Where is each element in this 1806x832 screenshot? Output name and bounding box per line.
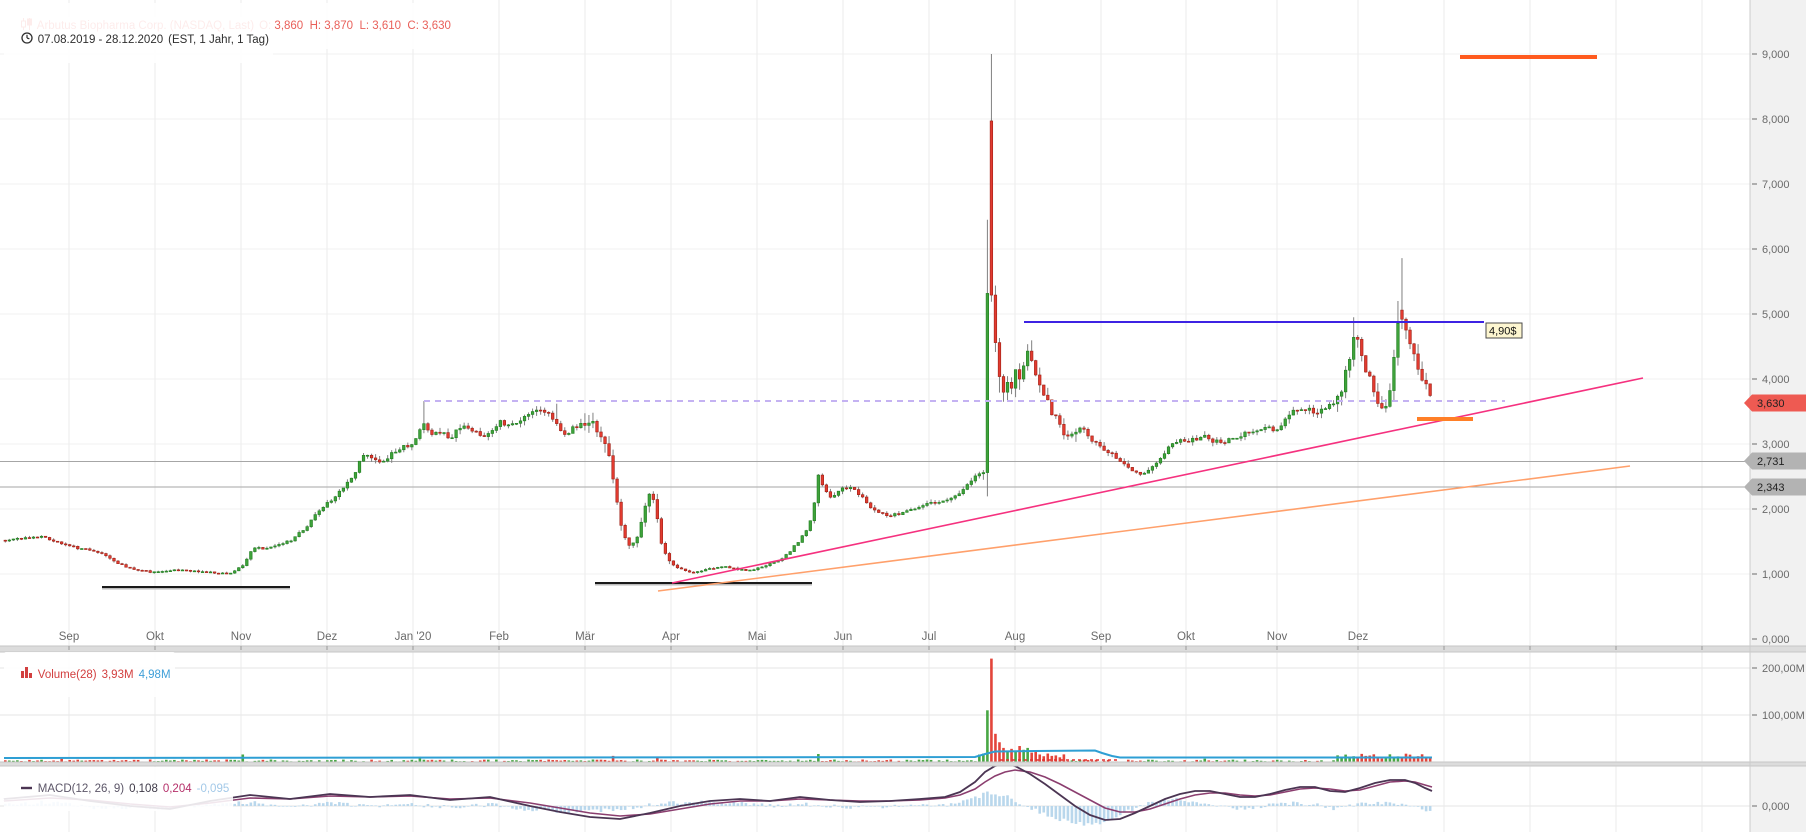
macd-label: MACD(12, 26, 9) bbox=[37, 783, 125, 795]
macd-hist-value: -0,095 bbox=[196, 783, 230, 795]
svg-text:8,000: 8,000 bbox=[1762, 114, 1790, 126]
range-header: 07.08.2019 - 28.12.2020 (EST, 1 Jahr, 1 … bbox=[4, 17, 273, 63]
svg-text:Dez: Dez bbox=[317, 631, 338, 643]
svg-text:9,000: 9,000 bbox=[1762, 49, 1790, 61]
chart-canvas[interactable]: 9,000 8,000 7,000 6,000 5,000 4,000 3,000 2,000… bbox=[0, 0, 1806, 832]
svg-text:Nov: Nov bbox=[1267, 631, 1288, 643]
macd-indicator-label[interactable]: MACD(12, 26, 9) 0,108 0,204 -0,095 bbox=[4, 767, 234, 811]
svg-text:Jul: Jul bbox=[922, 631, 937, 643]
svg-text:100,00M: 100,00M bbox=[1762, 710, 1805, 722]
macd-signal-value: 0,204 bbox=[162, 783, 192, 795]
svg-text:Dez: Dez bbox=[1348, 631, 1369, 643]
svg-text:4,90$: 4,90$ bbox=[1489, 326, 1517, 338]
svg-text:0,000: 0,000 bbox=[1762, 634, 1790, 646]
svg-text:Jun: Jun bbox=[834, 631, 853, 643]
clock-icon bbox=[8, 18, 33, 62]
svg-text:Jan '20: Jan '20 bbox=[395, 631, 432, 643]
volume-indicator-label[interactable]: Volume(28) 3,93M 4,98M bbox=[4, 652, 175, 697]
svg-text:Mai: Mai bbox=[748, 631, 767, 643]
svg-text:6,000: 6,000 bbox=[1762, 244, 1790, 256]
svg-text:3,000: 3,000 bbox=[1762, 439, 1790, 451]
charting-app: { "header": { "instrument": { "title": "… bbox=[0, 0, 1806, 832]
volume-value: 3,93M bbox=[101, 668, 134, 681]
svg-text:3,630: 3,630 bbox=[1757, 398, 1785, 410]
volume-bars-icon bbox=[8, 653, 33, 696]
svg-text:Feb: Feb bbox=[489, 631, 509, 643]
timeframe: (EST, 1 Jahr, 1 Tag) bbox=[168, 34, 269, 46]
price-flag: 4,90$ bbox=[1485, 322, 1523, 339]
svg-text:Sep: Sep bbox=[1091, 631, 1111, 643]
date-range: 07.08.2019 - 28.12.2020 bbox=[37, 34, 164, 46]
svg-text:Mär: Mär bbox=[575, 631, 595, 643]
svg-text:Aug: Aug bbox=[1005, 631, 1025, 643]
instrument-ohlc: O: 3,860 H: 3,870 L: 3,610 C: 3,630 bbox=[259, 20, 451, 32]
svg-text:200,00M: 200,00M bbox=[1762, 663, 1805, 675]
svg-text:2,731: 2,731 bbox=[1757, 456, 1785, 468]
svg-text:0,000: 0,000 bbox=[1762, 801, 1790, 813]
svg-text:Nov: Nov bbox=[231, 631, 252, 643]
macd-line-icon bbox=[8, 768, 33, 810]
svg-text:4,000: 4,000 bbox=[1762, 374, 1790, 386]
svg-text:2,343: 2,343 bbox=[1757, 482, 1785, 494]
svg-text:Apr: Apr bbox=[662, 631, 680, 643]
svg-text:5,000: 5,000 bbox=[1762, 309, 1790, 321]
svg-text:1,000: 1,000 bbox=[1762, 569, 1790, 581]
svg-text:Okt: Okt bbox=[1177, 631, 1196, 643]
volume-ma-value: 4,98M bbox=[138, 668, 171, 681]
svg-text:Sep: Sep bbox=[59, 631, 79, 643]
macd-value: 0,108 bbox=[129, 783, 158, 795]
svg-text:2,000: 2,000 bbox=[1762, 504, 1790, 516]
svg-text:7,000: 7,000 bbox=[1762, 179, 1790, 191]
volume-label: Volume(28) bbox=[37, 668, 97, 681]
svg-text:Okt: Okt bbox=[146, 631, 165, 643]
